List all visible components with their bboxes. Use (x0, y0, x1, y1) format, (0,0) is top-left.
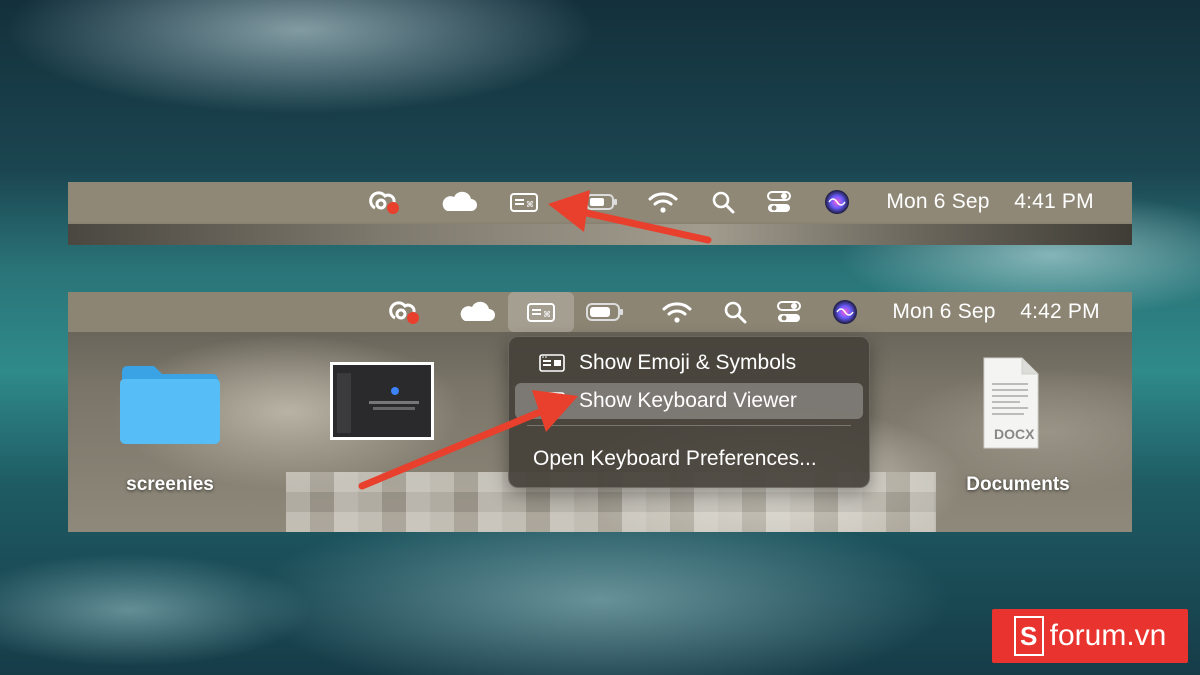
watermark-text: forum.vn (1049, 619, 1167, 652)
arrow-bottom (358, 390, 578, 490)
watermark-logo: S (1013, 616, 1044, 656)
sforum-watermark: S forum.vn (992, 609, 1188, 663)
annotation-arrows (358, 190, 712, 490)
arrow-top (548, 190, 712, 244)
